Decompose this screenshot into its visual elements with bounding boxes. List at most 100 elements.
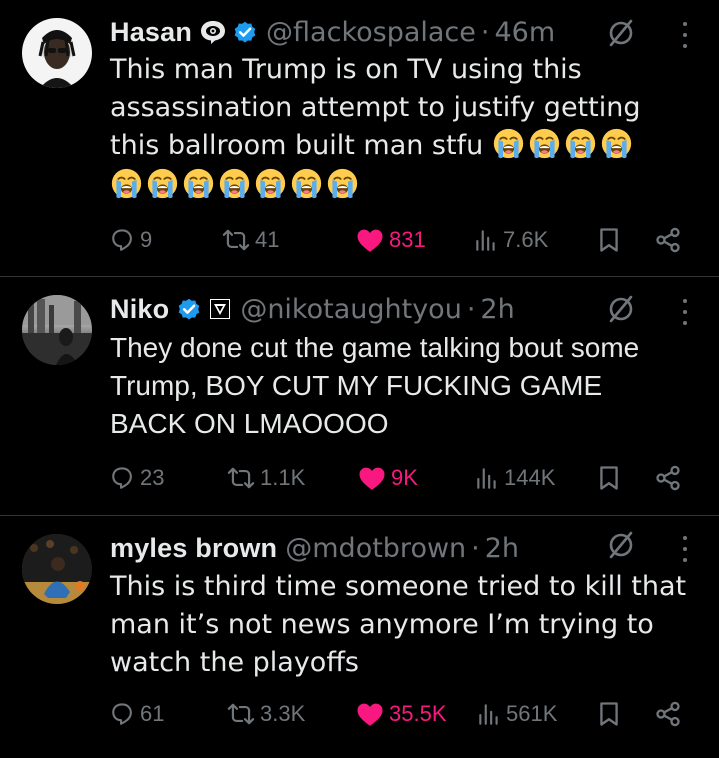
action-bar: 23 1.1K 9K 144K — [108, 460, 698, 496]
repost-count: 41 — [255, 227, 280, 252]
tweet-text-line: this ballroom built man stfu — [110, 130, 484, 161]
tweet-text: They done cut the game talking bout some… — [110, 329, 710, 443]
display-name[interactable]: Hasan — [110, 17, 192, 48]
avatar[interactable] — [22, 295, 92, 365]
views-icon — [479, 704, 498, 725]
tweet-text-line: Trump, BOY CUT MY FUCKING GAME — [110, 370, 603, 401]
share-button[interactable] — [654, 696, 682, 732]
share-icon — [656, 701, 680, 727]
repost-button[interactable]: 41 — [221, 222, 279, 258]
bookmark-button[interactable] — [596, 696, 622, 732]
heart-icon — [357, 229, 383, 252]
action-bar: 61 3.3K 35.5K 561K — [108, 696, 698, 732]
tweet-text-line: man it’s not news anymore I’m trying to — [110, 609, 654, 640]
separator-dot: · — [480, 16, 490, 48]
bookmark-icon — [600, 466, 618, 490]
avatar[interactable] — [22, 534, 92, 604]
timestamp[interactable]: 46m — [494, 17, 555, 48]
separator-dot: · — [471, 532, 480, 564]
share-button[interactable] — [654, 222, 682, 258]
like-count: 831 — [389, 227, 426, 252]
like-button[interactable]: 35.5K — [355, 696, 447, 732]
reply-button[interactable]: 61 — [108, 696, 164, 732]
grok-icon[interactable] — [606, 294, 636, 324]
reply-icon — [112, 467, 132, 489]
repost-button[interactable]: 1.1K — [226, 460, 305, 496]
action-bar: 9 41 831 7.6K — [108, 222, 698, 258]
like-count: 35.5K — [389, 701, 447, 726]
share-button[interactable] — [654, 460, 682, 496]
tweet-text: This is third time someone tried to kill… — [110, 568, 710, 682]
handle[interactable]: @nikotaughtyou — [240, 294, 462, 325]
like-button[interactable]: 9K — [357, 460, 418, 496]
tweet-text: This man Trump is on TV using this assas… — [110, 51, 710, 205]
loudly-crying-face-emoji — [254, 167, 287, 200]
tweet-text-line: BACK ON LMAOOOO — [110, 408, 389, 439]
repost-button[interactable]: 3.3K — [226, 696, 305, 732]
reply-count: 23 — [140, 465, 165, 490]
like-count: 9K — [391, 465, 418, 490]
verified-badge-icon — [176, 296, 202, 322]
tweet-text-line: This man Trump is on TV using this — [110, 54, 582, 85]
avatar[interactable] — [22, 18, 92, 88]
bookmark-icon — [600, 702, 618, 726]
repost-icon — [227, 467, 255, 489]
bookmark-button[interactable] — [596, 222, 622, 258]
heart-icon — [359, 467, 385, 490]
tweet-text-line: This is third time someone tried to kill… — [110, 571, 687, 602]
tweet-text-line: They done cut the game talking bout some — [110, 332, 640, 363]
tweet-text-line: assassination attempt to justify getting — [110, 92, 641, 123]
views-button[interactable]: 7.6K — [473, 222, 548, 258]
more-options-icon[interactable] — [680, 536, 690, 562]
views-icon — [476, 230, 495, 251]
timestamp[interactable]: 2h — [480, 294, 514, 325]
display-name[interactable]: Niko — [110, 294, 169, 325]
bookmark-button[interactable] — [596, 460, 622, 496]
views-button[interactable]: 144K — [474, 460, 555, 496]
repost-count: 3.3K — [260, 701, 306, 726]
reply-icon — [112, 703, 132, 725]
loudly-crying-face-emoji — [326, 167, 359, 200]
verified-badge-icon — [232, 19, 258, 45]
separator-dot: · — [466, 293, 476, 325]
more-options-icon[interactable] — [680, 299, 690, 325]
affiliate-badge-icon — [208, 297, 232, 321]
eye-speech-bubble-icon — [199, 18, 227, 46]
tweet[interactable]: myles brown @mdotbrown · 2h This is thir… — [0, 516, 719, 758]
views-count: 7.6K — [503, 227, 549, 252]
loudly-crying-face-emoji — [110, 167, 143, 200]
reply-button[interactable]: 9 — [108, 222, 152, 258]
grok-icon[interactable] — [606, 530, 636, 560]
loudly-crying-face-emoji — [290, 167, 323, 200]
tweet[interactable]: Hasan @flackospalace · 46m This man Trum… — [0, 0, 719, 277]
loudly-crying-face-emoji — [182, 167, 215, 200]
timestamp[interactable]: 2h — [485, 533, 519, 564]
bookmark-icon — [600, 228, 618, 252]
emoji-group — [492, 127, 636, 161]
views-count: 144K — [504, 465, 556, 490]
tweet-text-line: watch the playoffs — [110, 647, 359, 678]
reply-count: 9 — [140, 227, 153, 252]
loudly-crying-face-emoji — [528, 127, 561, 160]
emoji-group — [110, 167, 710, 205]
reply-count: 61 — [140, 701, 165, 726]
loudly-crying-face-emoji — [146, 167, 179, 200]
more-options-icon[interactable] — [680, 22, 690, 48]
loudly-crying-face-emoji — [492, 127, 525, 160]
share-icon — [656, 465, 680, 491]
grok-icon[interactable] — [606, 18, 636, 48]
repost-count: 1.1K — [260, 465, 306, 490]
handle[interactable]: @mdotbrown — [285, 533, 466, 564]
like-button[interactable]: 831 — [355, 222, 426, 258]
loudly-crying-face-emoji — [564, 127, 597, 160]
views-button[interactable]: 561K — [476, 696, 557, 732]
handle[interactable]: @flackospalace — [266, 17, 476, 48]
heart-icon — [357, 703, 383, 726]
loudly-crying-face-emoji — [600, 127, 633, 160]
display-name[interactable]: myles brown — [110, 533, 277, 564]
tweet[interactable]: Niko @nikotaughtyou · 2h They done cut t… — [0, 277, 719, 516]
share-icon — [656, 227, 680, 253]
tweet-text-line: this ballroom built man stfu — [110, 127, 710, 165]
views-icon — [477, 468, 496, 489]
reply-button[interactable]: 23 — [108, 460, 164, 496]
